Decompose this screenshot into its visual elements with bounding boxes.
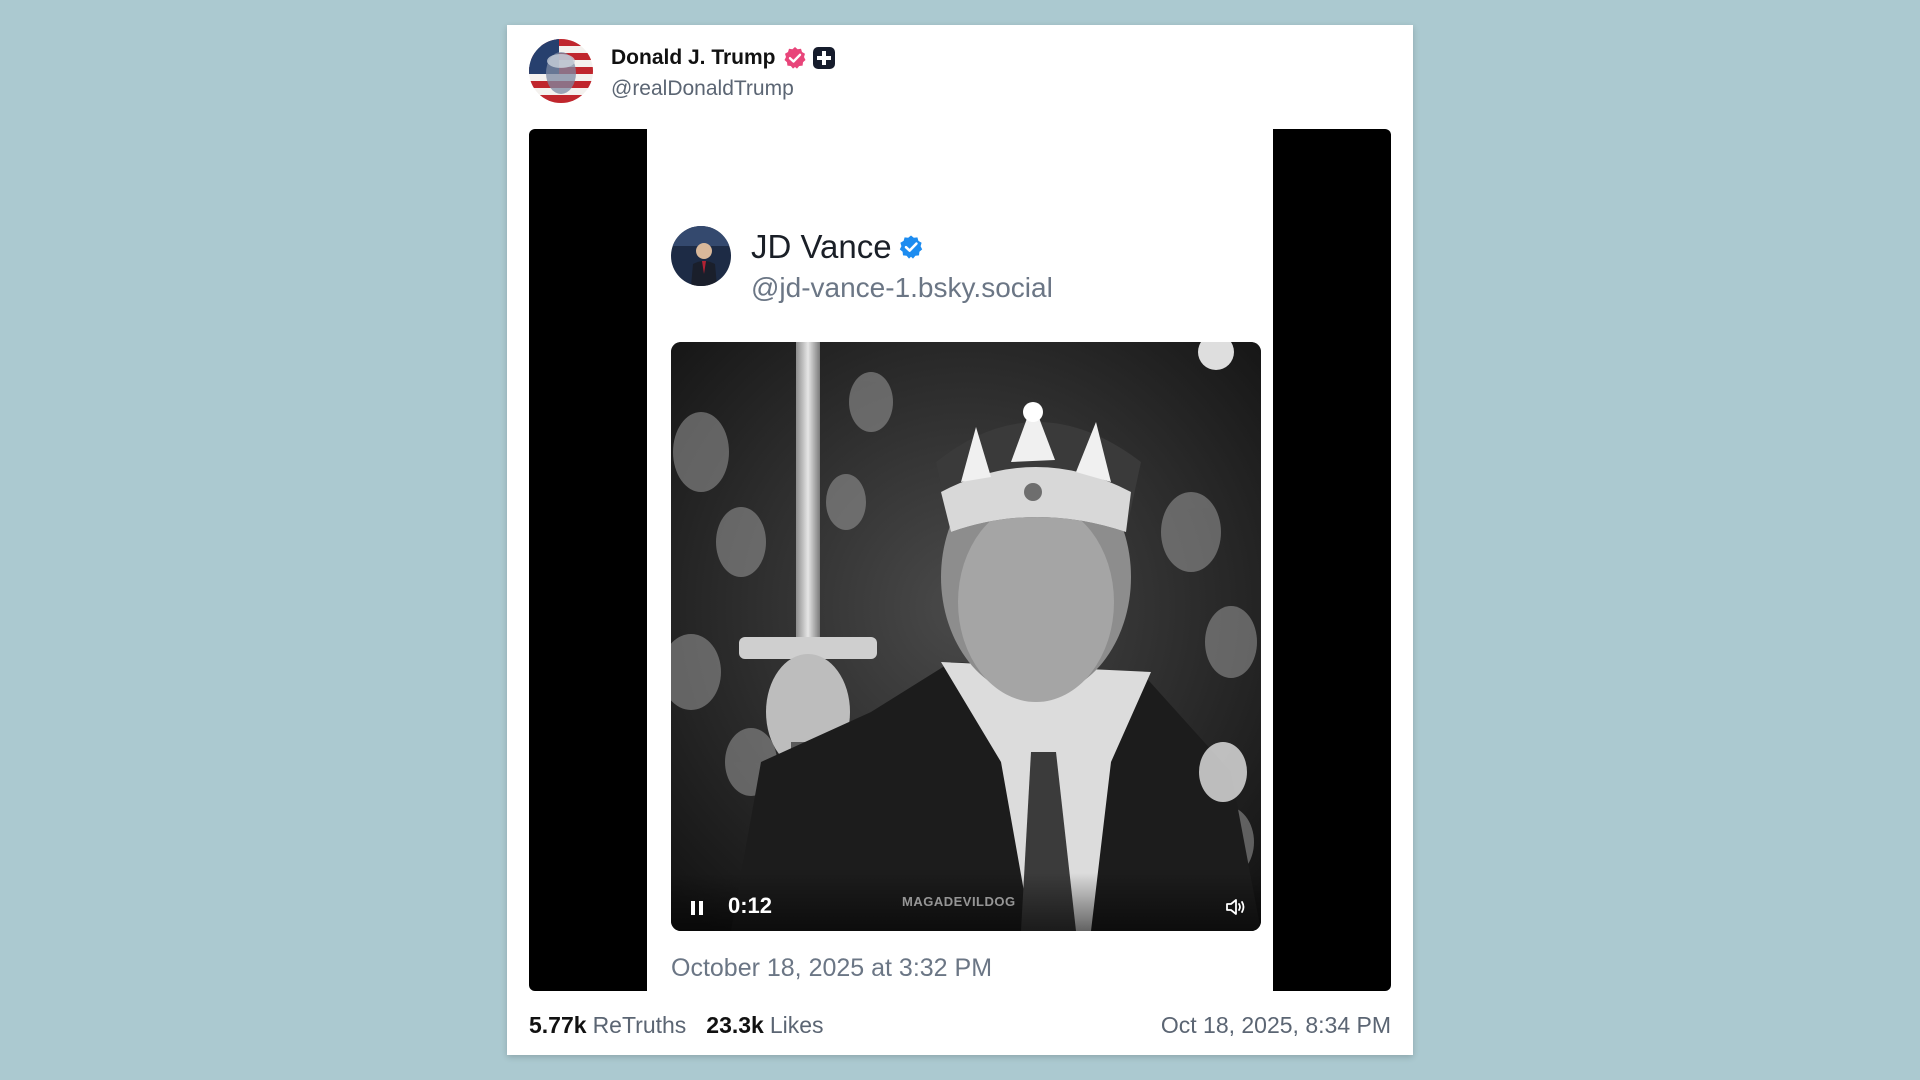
truth-plus-icon (812, 47, 835, 69)
author-avatar[interactable] (529, 39, 593, 103)
verified-check-icon (898, 234, 924, 260)
author-handle[interactable]: @realDonaldTrump (611, 77, 835, 101)
post-timestamp[interactable]: Oct 18, 2025, 8:34 PM (1161, 1012, 1391, 1039)
retruths-label: ReTruths (592, 1011, 687, 1038)
likes-label: Likes (769, 1011, 824, 1038)
embedded-author-avatar (671, 226, 731, 286)
author-name[interactable]: Donald J. Trump (611, 46, 776, 70)
post-media[interactable]: JD Vance @jd-vance-1.bsky.social 0:12 MA… (529, 129, 1391, 991)
verified-badge-icon (783, 46, 807, 70)
pause-icon[interactable] (689, 899, 705, 917)
likes-count: 23.3k (706, 1011, 764, 1038)
post-header: Donald J. Trump @realDonaldTrump (529, 38, 835, 104)
retruths-stat[interactable]: 5.77k ReTruths (529, 1012, 686, 1039)
video-time: 0:12 (728, 893, 773, 918)
embedded-author-name: JD Vance (751, 228, 892, 265)
volume-icon[interactable] (1225, 897, 1247, 917)
embedded-author-handle: @jd-vance-1.bsky.social (751, 272, 1053, 303)
embedded-video[interactable]: 0:12 MAGADEVILDOG (671, 342, 1261, 931)
post-footer: 5.77k ReTruths 23.3k Likes Oct 18, 2025, 8… (529, 1005, 1391, 1045)
embedded-post-screenshot: JD Vance @jd-vance-1.bsky.social 0:12 MA… (647, 129, 1273, 991)
truth-post-card: Donald J. Trump @realDonaldTrump JD Vanc… (507, 25, 1413, 1055)
embedded-post-date: October 18, 2025 at 3:32 PM (671, 954, 993, 982)
likes-stat[interactable]: 23.3k Likes (706, 1012, 823, 1039)
video-frame-image (671, 342, 1261, 931)
retruths-count: 5.77k (529, 1011, 587, 1038)
video-watermark: MAGADEVILDOG (902, 894, 1016, 909)
